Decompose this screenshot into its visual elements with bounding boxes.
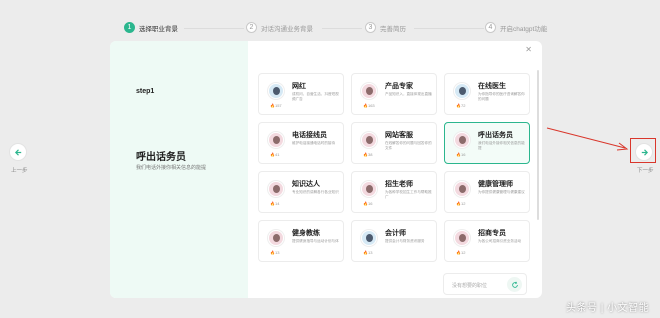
role-name: 网红 xyxy=(292,83,306,90)
role-desc: 在线解答你的问题与回答你的文件 xyxy=(385,141,432,150)
role-card-知识达人[interactable]: 知识达人 专业知识的讲解各行各业知识 🔥14 xyxy=(258,171,344,213)
refresh-button[interactable] xyxy=(507,277,522,292)
usage-count: 🔥163 xyxy=(363,103,375,108)
role-name: 网站客服 xyxy=(385,132,413,139)
usage-count: 🔥157 xyxy=(270,103,282,108)
avatar xyxy=(268,83,284,99)
usage-count: 🔥72 xyxy=(456,103,466,108)
custom-role-input[interactable]: 没有想要的职位 xyxy=(443,273,527,295)
usage-count: 🔥13 xyxy=(270,250,280,255)
prev-button[interactable] xyxy=(9,143,27,161)
role-card-招生老师[interactable]: 招生老师 为各种学校招生工作与帮助推广 🔥16 xyxy=(351,171,437,213)
avatar xyxy=(454,83,470,99)
role-card-产品专家[interactable]: 产品专家 产品知识入，直接体现出直播 🔥163 xyxy=(351,73,437,115)
role-desc: 专业知识的讲解各行各业知识 xyxy=(292,190,339,194)
role-name: 会计师 xyxy=(385,230,406,237)
role-name: 健康管理师 xyxy=(478,181,513,188)
role-desc: 为各公司招商引资业务活动 xyxy=(478,239,522,243)
role-summary-panel: step1 呼出话务员 我们电话外接你相关信息的能提 xyxy=(110,41,248,298)
selected-role-title: 呼出话务员 xyxy=(136,152,186,163)
avatar xyxy=(268,230,284,246)
step-label: 开启chatgpt功能 xyxy=(500,25,548,33)
usage-count: 🔥38 xyxy=(363,152,373,157)
avatar xyxy=(268,132,284,148)
role-card-呼出话务员[interactable]: 呼出话务员 我们电话外接你相关信息的能提 🔥16 xyxy=(444,122,530,164)
step-number: 3 xyxy=(365,22,376,33)
role-desc: 提供会计与财务资讯服务 xyxy=(385,239,425,243)
avatar xyxy=(454,132,470,148)
role-name: 电话接线员 xyxy=(292,132,327,139)
role-desc: 产品知识入，直接体现出直播 xyxy=(385,92,432,96)
role-card-会计师[interactable]: 会计师 提供会计与财务资讯服务 🔥13 xyxy=(351,220,437,262)
role-card-健康管理师[interactable]: 健康管理师 为你提供健康管理与健康建议 🔥12 xyxy=(444,171,530,213)
avatar xyxy=(268,181,284,197)
step-label: 完善简历 xyxy=(380,25,406,33)
step-indicator: step1 xyxy=(136,88,155,95)
step-number: 1 xyxy=(124,22,135,33)
step-number: 2 xyxy=(246,22,257,33)
scrollbar[interactable] xyxy=(537,70,539,220)
avatar xyxy=(361,181,377,197)
step-1[interactable]: 1 选择职业背景 xyxy=(124,22,178,33)
avatar xyxy=(454,181,470,197)
role-name: 招商专员 xyxy=(478,230,506,237)
stepper: 1 选择职业背景 2 对话沟通业务背景 3 完善简历 4 开启chatgpt功能 xyxy=(124,22,547,36)
role-desc: 为你指导你的医疗咨询解答你的问题 xyxy=(478,92,525,101)
annotation-arrow xyxy=(546,127,629,151)
role-card-网红[interactable]: 网红 成机问，自营生活，抖音短视频广告 🔥157 xyxy=(258,73,344,115)
close-icon[interactable]: ✕ xyxy=(525,45,532,54)
role-card-电话接线员[interactable]: 电话接线员 维护电话接通电话时的接待 🔥41 xyxy=(258,122,344,164)
step-connector xyxy=(322,28,362,29)
role-desc: 维护电话接通电话时的接待 xyxy=(292,141,336,145)
role-name: 产品专家 xyxy=(385,83,413,90)
role-desc: 为各种学校招生工作与帮助推广 xyxy=(385,190,432,199)
step-4[interactable]: 4 开启chatgpt功能 xyxy=(485,22,547,33)
role-desc: 为你提供健康管理与健康建议 xyxy=(478,190,525,194)
next-label: 下一步 xyxy=(637,168,654,174)
step-3[interactable]: 3 完善简历 xyxy=(365,22,406,33)
usage-count: 🔥14 xyxy=(270,201,280,206)
annotation-highlight-box xyxy=(630,138,656,163)
role-card-健身教练[interactable]: 健身教练 提供健身指导与运动计划与体 🔥13 xyxy=(258,220,344,262)
avatar xyxy=(361,132,377,148)
step-connector xyxy=(414,28,484,29)
refresh-icon xyxy=(511,281,518,288)
selected-role-desc: 我们电话外接你相关信息的能提 xyxy=(136,165,207,171)
role-card-招商专员[interactable]: 招商专员 为各公司招商引资业务活动 🔥12 xyxy=(444,220,530,262)
step-label: 选择职业背景 xyxy=(139,25,178,33)
usage-count: 🔥12 xyxy=(456,201,466,206)
usage-count: 🔥13 xyxy=(363,250,373,255)
avatar xyxy=(454,230,470,246)
role-name: 招生老师 xyxy=(385,181,413,188)
step-number: 4 xyxy=(485,22,496,33)
role-name: 在线医生 xyxy=(478,83,506,90)
usage-count: 🔥16 xyxy=(456,152,466,157)
prev-label: 上一步 xyxy=(11,168,28,174)
step-2[interactable]: 2 对话沟通业务背景 xyxy=(246,22,313,33)
step-connector xyxy=(184,28,244,29)
usage-count: 🔥12 xyxy=(456,250,466,255)
avatar xyxy=(361,230,377,246)
avatar xyxy=(361,83,377,99)
role-desc: 提供健身指导与运动计划与体 xyxy=(292,239,339,243)
role-name: 知识达人 xyxy=(292,181,320,188)
custom-role-placeholder: 没有想要的职位 xyxy=(452,283,488,289)
role-name: 呼出话务员 xyxy=(478,132,513,139)
role-desc: 我们电话外接你相关信息的能提 xyxy=(478,141,525,150)
role-card-网站客服[interactable]: 网站客服 在线解答你的问题与回答你的文件 🔥38 xyxy=(351,122,437,164)
role-name: 健身教练 xyxy=(292,230,320,237)
arrow-left-icon xyxy=(14,148,21,156)
usage-count: 🔥41 xyxy=(270,152,280,157)
role-select-modal: step1 呼出话务员 我们电话外接你相关信息的能提 ✕ 网红 成机问，自营生活… xyxy=(110,41,542,298)
role-card-在线医生[interactable]: 在线医生 为你指导你的医疗咨询解答你的问题 🔥72 xyxy=(444,73,530,115)
usage-count: 🔥16 xyxy=(363,201,373,206)
step-label: 对话沟通业务背景 xyxy=(261,25,313,33)
watermark: 头条号 | 小文智能 xyxy=(566,303,650,314)
role-desc: 成机问，自营生活，抖音短视频广告 xyxy=(292,92,339,101)
